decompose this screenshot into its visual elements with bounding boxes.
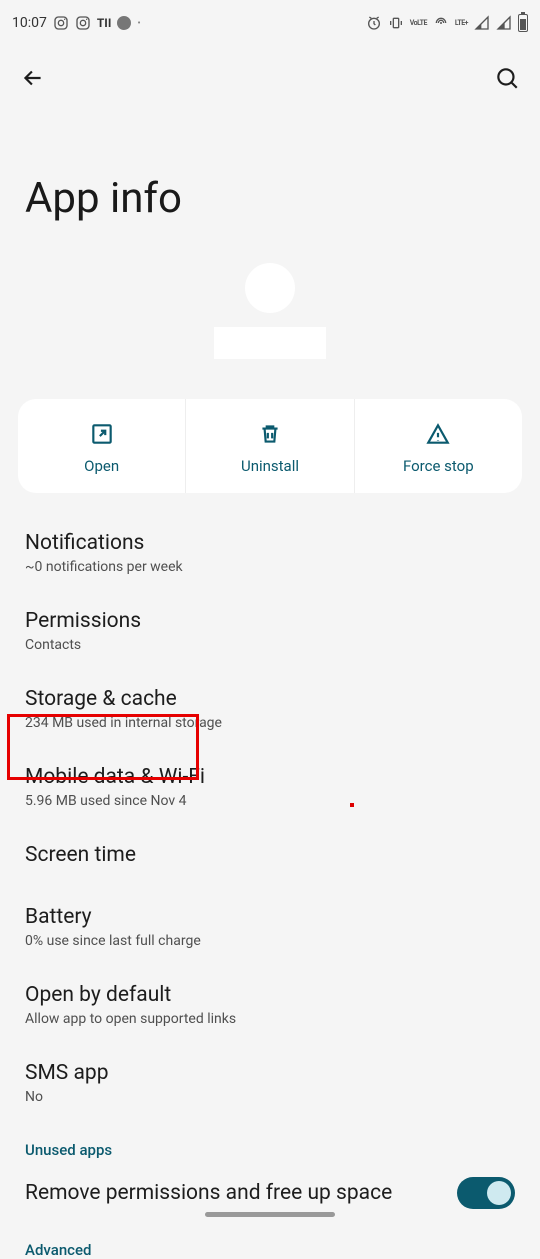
volte-icon: VoLTE (410, 20, 427, 26)
open-button[interactable]: Open (18, 399, 186, 493)
lte-label: LTE+ (455, 20, 468, 26)
item-subtitle: Allow app to open supported links (25, 1011, 515, 1027)
signal-icon (496, 15, 512, 31)
warning-icon (425, 421, 451, 447)
advanced-section[interactable]: Advanced (25, 1223, 515, 1259)
annotation-highlight (7, 714, 199, 780)
notif-dot-small: • (137, 18, 140, 29)
annotation-dot (350, 803, 354, 807)
item-subtitle: 0% use since last full charge (25, 933, 515, 949)
force-stop-button[interactable]: Force stop (355, 399, 522, 493)
remove-permissions-switch[interactable] (457, 1177, 515, 1209)
back-button[interactable] (20, 65, 46, 95)
screen-time-item[interactable]: Screen time (25, 827, 515, 889)
uninstall-label: Uninstall (241, 457, 299, 475)
instagram-icon (75, 15, 91, 31)
permissions-item[interactable]: Permissions Contacts (25, 593, 515, 671)
app-icon (245, 263, 295, 313)
battery-icon (518, 14, 528, 32)
force-stop-label: Force stop (403, 457, 474, 475)
alarm-icon (366, 15, 382, 31)
app-bar (0, 46, 540, 114)
open-label: Open (84, 457, 119, 475)
arrow-left-icon (20, 65, 46, 91)
hotspot-icon (433, 15, 449, 31)
app-name-redacted (214, 327, 326, 359)
sms-app-item[interactable]: SMS app No (25, 1045, 515, 1123)
notif-dot-icon (117, 16, 131, 30)
nav-indicator[interactable] (205, 1212, 335, 1217)
status-left: 10:07 TII • (12, 15, 141, 31)
signal-icon (474, 15, 490, 31)
search-button[interactable] (494, 65, 520, 95)
item-subtitle: Contacts (25, 637, 515, 653)
app-header (0, 243, 540, 389)
notifications-item[interactable]: Notifications ~0 notifications per week (25, 515, 515, 593)
action-buttons: Open Uninstall Force stop (18, 399, 522, 493)
page-title: App info (0, 114, 540, 243)
clock: 10:07 (12, 15, 47, 31)
instagram-icon (53, 15, 69, 31)
item-title: SMS app (25, 1061, 515, 1085)
uninstall-button[interactable]: Uninstall (186, 399, 354, 493)
vibrate-icon (388, 15, 404, 31)
notif-text: TII (97, 16, 111, 30)
item-subtitle: No (25, 1089, 515, 1105)
open-by-default-item[interactable]: Open by default Allow app to open suppor… (25, 967, 515, 1045)
item-title: Battery (25, 905, 515, 929)
item-title: Notifications (25, 531, 515, 555)
unused-apps-section: Unused apps (25, 1123, 515, 1163)
item-subtitle: ~0 notifications per week (25, 559, 515, 575)
item-title: Screen time (25, 843, 515, 867)
item-subtitle: 5.96 MB used since Nov 4 (25, 793, 515, 809)
battery-item[interactable]: Battery 0% use since last full charge (25, 889, 515, 967)
status-right: VoLTE LTE+ (366, 14, 528, 32)
open-icon (89, 421, 115, 447)
search-icon (494, 65, 520, 91)
item-title: Permissions (25, 609, 515, 633)
status-bar: 10:07 TII • VoLTE LTE+ (0, 0, 540, 46)
trash-icon (257, 421, 283, 447)
settings-list: Notifications ~0 notifications per week … (0, 515, 540, 1259)
item-title: Storage & cache (25, 687, 515, 711)
toggle-label: Remove permissions and free up space (25, 1181, 392, 1205)
item-title: Open by default (25, 983, 515, 1007)
